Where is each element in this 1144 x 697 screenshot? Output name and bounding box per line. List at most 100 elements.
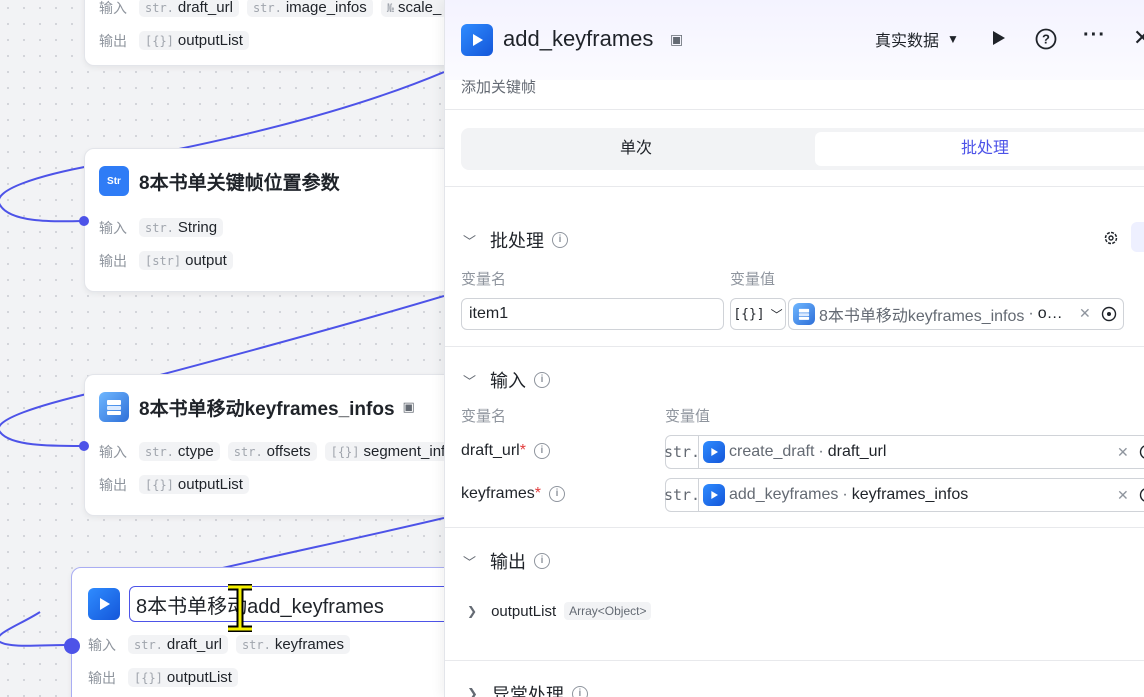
output-chip: [{}] outputList [128, 668, 238, 687]
node-title: 8本书单关键帧位置参数 [139, 172, 340, 194]
divider [445, 660, 1144, 661]
output-item-outputlist[interactable]: ❯ outputList Array<Object> [467, 602, 652, 620]
required-mark: * [534, 485, 542, 502]
outputs-label: 输出 [99, 32, 127, 49]
panel-title[interactable]: add_keyframes [503, 26, 653, 52]
outputs-label: 输出 [88, 669, 116, 686]
ref-separator: · [1028, 305, 1034, 322]
workflow-node-keyframes-infos[interactable]: 8本书单移动keyframes_infos ▣ 输入 str. ctype str… [84, 374, 444, 516]
variable-picker-icon[interactable] [1139, 444, 1144, 460]
variable-picker-icon[interactable] [1139, 487, 1144, 503]
chevron-right-icon: ❯ [467, 686, 478, 697]
data-mode-dropdown[interactable]: 真实数据 ▼ [875, 27, 959, 51]
add-batch-button[interactable] [1131, 222, 1144, 252]
inputs-label: 输入 [99, 219, 127, 236]
node-outputs-row: 输出 [str] output [85, 244, 444, 277]
play-icon [703, 484, 725, 506]
outputs-section-title: 输出 [490, 552, 527, 572]
info-icon[interactable]: i [534, 553, 551, 569]
ref-separator: · [842, 486, 848, 503]
output-chip: [{}] outputList [139, 31, 249, 50]
input-chip: str. draft_url [128, 635, 228, 654]
store-icon: ▣ [402, 399, 415, 414]
workflow-node-add-images[interactable]: 输入 str. draft_url str. image_infos № scale_… [84, 0, 444, 66]
play-icon [703, 441, 725, 463]
clear-icon[interactable]: ✕ [1079, 305, 1091, 322]
error-section-title: 异常处理 [491, 685, 564, 697]
run-button[interactable] [989, 29, 1007, 47]
draft-url-value-input[interactable]: str. create_draft · draft_url ✕ [664, 435, 1144, 469]
info-icon[interactable]: i [552, 232, 569, 248]
input-chip: str. keyframes [235, 635, 351, 654]
col-name-label: 变量名 [461, 271, 507, 288]
inputs-section-title: 输入 [490, 371, 527, 391]
batch-item-value-input[interactable]: 8本书单移动keyframes_infos · o… ✕ [788, 298, 1124, 330]
chevron-down-icon: ﹀ [463, 554, 477, 570]
node-outputs-row: 输出 [{}] outputList [85, 468, 444, 501]
tab-single[interactable]: 单次 [461, 132, 811, 166]
node-settings-panel: add_keyframes ▣ 真实数据 ▼ ? ··· ✕ 添加关键帧 单次 … [444, 0, 1144, 697]
node-inputs-row: 输入 str. draft_url str. keyframes [72, 628, 444, 661]
input-chip: str. ctype [139, 442, 220, 461]
input-chip: № scale_ [380, 0, 444, 17]
type-label: [{}] [733, 306, 765, 322]
caret-down-icon: ▼ [947, 32, 959, 46]
ref-node-name: 8本书单移动keyframes_infos [819, 308, 1025, 325]
info-icon[interactable]: i [533, 443, 550, 459]
settings-gear-icon[interactable] [1103, 230, 1119, 246]
workflow-node-add-keyframes[interactable]: 8本书单移动add_keyframes 输入 str. draft_url str… [71, 567, 444, 697]
node-header: Str 8本书单关键帧位置参数 [85, 161, 444, 201]
batch-item-name-input[interactable]: item1 [461, 298, 724, 330]
output-type-badge: Array<Object> [564, 602, 652, 620]
batch-section-header[interactable]: ﹀ 批处理 i [463, 227, 569, 253]
inputs-label: 输入 [88, 636, 116, 653]
info-icon[interactable]: i [571, 686, 588, 697]
output-chip: [{}] outputList [139, 475, 249, 494]
chevron-right-icon: ❯ [467, 604, 478, 618]
help-button[interactable]: ? [1035, 28, 1057, 50]
field-name: draft_url [461, 442, 520, 459]
workflow-canvas[interactable]: 输入 str. draft_url str. image_infos № scale_… [0, 0, 444, 697]
help-icon: ? [1035, 28, 1057, 50]
panel-description[interactable]: 添加关键帧 [461, 76, 536, 97]
outputs-section-header[interactable]: ﹀ 输出 i [463, 548, 551, 574]
input-chip: str. image_infos [246, 0, 373, 17]
node-title-text: 8本书单移动add_keyframes [136, 595, 384, 618]
tab-batch[interactable]: 批处理 [815, 132, 1144, 166]
more-icon[interactable]: ··· [1083, 24, 1106, 47]
ref-node-name: create_draft [729, 443, 815, 460]
chevron-down-icon: ﹀ [463, 233, 477, 249]
node-header: 8本书单移动add_keyframes [72, 584, 444, 624]
input-chip: str. offsets [227, 442, 317, 461]
close-icon[interactable]: ✕ [1133, 25, 1144, 51]
text-cursor-icon [228, 584, 252, 632]
node-inputs-row: 输入 str. String [85, 211, 444, 244]
clear-icon[interactable]: ✕ [1117, 444, 1129, 461]
inputs-section-header[interactable]: ﹀ 输入 i [463, 367, 551, 393]
ref-separator: · [818, 443, 824, 460]
info-icon[interactable]: i [534, 372, 551, 388]
mode-tabs: 单次 批处理 [461, 128, 1144, 170]
node-outputs-row: 输出 [{}] outputList [85, 24, 444, 57]
variable-picker-icon[interactable] [1101, 306, 1117, 322]
input-chip: str. draft_url [139, 0, 239, 17]
col-name-label: 变量名 [461, 408, 507, 425]
info-icon[interactable]: i [549, 486, 566, 502]
outputs-label: 输出 [99, 476, 127, 493]
output-name: outputList [491, 602, 557, 620]
workflow-node-keyframe-params[interactable]: Str 8本书单关键帧位置参数 输入 str. String 输出 [str] ou… [84, 148, 444, 292]
store-icon[interactable]: ▣ [670, 31, 683, 48]
required-mark: * [519, 442, 526, 459]
divider [445, 527, 1144, 528]
input-port[interactable] [79, 216, 89, 226]
clear-icon[interactable]: ✕ [1117, 487, 1129, 504]
keyframes-value-input[interactable]: str. add_keyframes · keyframes_infos ✕ [664, 478, 1144, 512]
error-section-header[interactable]: ❯ 异常处理 i [467, 681, 588, 697]
type-label: str. [664, 436, 700, 468]
node-title-input[interactable]: 8本书单移动add_keyframes [129, 586, 444, 622]
batch-item-type-select[interactable]: [{}] ﹀ [730, 298, 786, 330]
node-inputs-row: 输入 str. ctype str. offsets [{}] segment_inf… [85, 435, 444, 468]
input-port[interactable] [64, 638, 80, 654]
input-port[interactable] [79, 441, 89, 451]
node-outputs-row: 输出 [{}] outputList [72, 661, 444, 694]
